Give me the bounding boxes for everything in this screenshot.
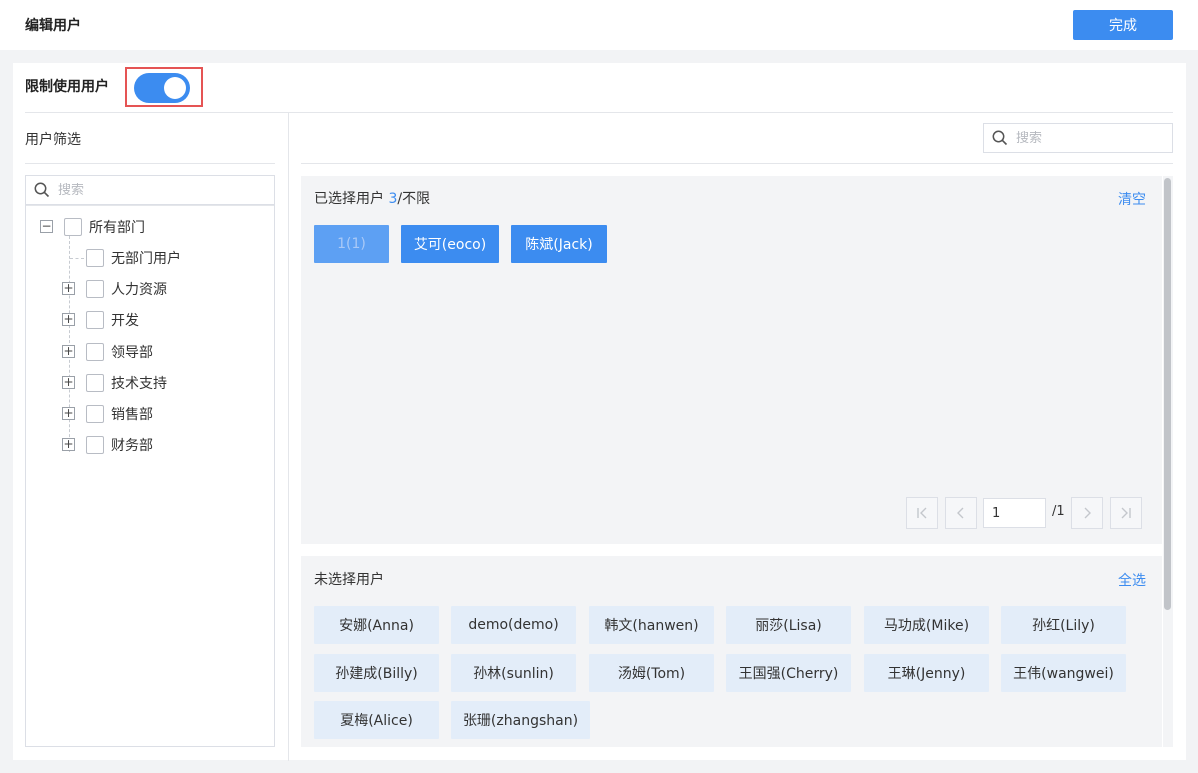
limit-users-toggle[interactable]: [134, 73, 190, 103]
select-all-button[interactable]: 全选: [1118, 570, 1146, 590]
page-title: 编辑用户: [25, 18, 81, 34]
expand-icon[interactable]: +: [62, 345, 75, 358]
unselected-user-chip[interactable]: 汤姆(Tom): [589, 654, 714, 692]
expand-icon[interactable]: +: [62, 438, 75, 451]
tree-node-label: 所有部门: [89, 220, 145, 236]
tree-node-sales[interactable]: 销售部: [86, 404, 153, 424]
collapse-icon[interactable]: −: [40, 220, 53, 233]
unselected-user-chip[interactable]: 王琳(Jenny): [864, 654, 989, 692]
user-filter-title: 用户筛选: [25, 132, 81, 148]
selected-user-chip[interactable]: 艾可(eoco): [401, 225, 499, 263]
unselected-user-chip[interactable]: 孙红(Lily): [1001, 606, 1126, 644]
unselected-user-chip[interactable]: 安娜(Anna): [314, 606, 439, 644]
selected-users-label: 已选择用户 3/不限: [314, 188, 430, 208]
selected-user-chip[interactable]: 1(1): [314, 225, 389, 263]
tree-node-label: 开发: [111, 313, 139, 329]
expand-icon[interactable]: +: [62, 407, 75, 420]
expand-icon[interactable]: +: [62, 313, 75, 326]
user-search-input[interactable]: [1016, 130, 1156, 146]
last-page-icon: [1121, 507, 1131, 519]
last-page-button[interactable]: [1110, 497, 1142, 529]
top-bar: 编辑用户 完成: [0, 0, 1198, 50]
checkbox[interactable]: [86, 374, 104, 392]
unselected-user-chip[interactable]: 王伟(wangwei): [1001, 654, 1126, 692]
checkbox[interactable]: [64, 218, 82, 236]
search-divider: [301, 163, 1173, 164]
search-icon: [992, 130, 1008, 146]
unselected-user-chip[interactable]: 孙建成(Billy): [314, 654, 439, 692]
page-number-input[interactable]: [983, 498, 1046, 528]
tree-node-dev[interactable]: 开发: [86, 310, 139, 330]
user-search: [983, 123, 1173, 153]
column-divider: [288, 113, 289, 761]
tree-node-label: 领导部: [111, 345, 153, 361]
unselected-user-chip[interactable]: 夏梅(Alice): [314, 701, 439, 739]
prev-page-button[interactable]: [945, 497, 977, 529]
selected-label-text: 已选择用户: [314, 191, 384, 207]
done-button[interactable]: 完成: [1073, 10, 1173, 40]
checkbox[interactable]: [86, 436, 104, 454]
tree-node-leadership[interactable]: 领导部: [86, 342, 153, 362]
divider: [25, 112, 1173, 113]
unselected-user-chip[interactable]: demo(demo): [451, 606, 576, 644]
next-page-button[interactable]: [1071, 497, 1103, 529]
unselected-user-chip[interactable]: 丽莎(Lisa): [726, 606, 851, 644]
tree-node-tech-support[interactable]: 技术支持: [86, 373, 167, 393]
checkbox[interactable]: [86, 343, 104, 361]
checkbox[interactable]: [86, 249, 104, 267]
tree-node-label: 财务部: [111, 438, 153, 454]
tree-node-finance[interactable]: 财务部: [86, 435, 153, 455]
expand-icon[interactable]: +: [62, 282, 75, 295]
tree-node-label: 技术支持: [111, 376, 167, 392]
filter-divider: [25, 163, 275, 164]
unselected-user-chip[interactable]: 王国强(Cherry): [726, 654, 851, 692]
unselected-user-chip[interactable]: 孙林(sunlin): [451, 654, 576, 692]
tree-node-label: 人力资源: [111, 282, 167, 298]
clear-button[interactable]: 清空: [1118, 189, 1146, 209]
tree-node-label: 无部门用户: [111, 251, 181, 267]
unselected-user-chip[interactable]: 马功成(Mike): [864, 606, 989, 644]
checkbox[interactable]: [86, 311, 104, 329]
unselected-user-chip[interactable]: 韩文(hanwen): [589, 606, 714, 644]
expand-icon[interactable]: +: [62, 376, 75, 389]
limit-users-label: 限制使用用户: [25, 79, 109, 95]
tree-node-root[interactable]: 所有部门: [64, 217, 145, 237]
tree-node-no-department[interactable]: 无部门用户: [86, 248, 181, 268]
unselected-users-label: 未选择用户: [314, 572, 384, 588]
chevron-right-icon: [1084, 507, 1091, 519]
tree-node-hr[interactable]: 人力资源: [86, 279, 167, 299]
unselected-user-chip[interactable]: 张珊(zhangshan): [451, 701, 590, 739]
toggle-knob: [164, 77, 186, 99]
first-page-icon: [917, 507, 927, 519]
page-total: /1: [1052, 504, 1065, 519]
checkbox[interactable]: [86, 405, 104, 423]
scrollbar-thumb[interactable]: [1164, 178, 1171, 610]
tree-node-label: 销售部: [111, 407, 153, 423]
selected-user-chip[interactable]: 陈斌(Jack): [511, 225, 607, 263]
tree-header-divider: [26, 205, 274, 206]
checkbox[interactable]: [86, 280, 104, 298]
first-page-button[interactable]: [906, 497, 938, 529]
selected-limit: /不限: [397, 191, 431, 207]
tree-connector: [70, 258, 84, 259]
chevron-left-icon: [957, 507, 964, 519]
